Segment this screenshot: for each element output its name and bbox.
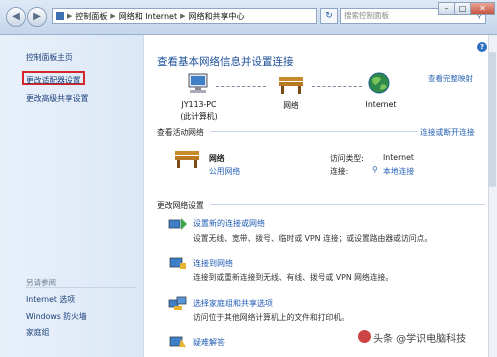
help-icon[interactable]: ? [477, 42, 487, 52]
network-label: 网络 [283, 101, 299, 110]
network-type-link[interactable]: 公用网络 [209, 166, 240, 177]
watermark: 头条 @学识电脑科技 [373, 334, 467, 345]
connection-label: 连接: [330, 167, 349, 176]
forward-button[interactable]: ▶ [27, 7, 47, 27]
sidebar-item-homegroup[interactable]: 家庭组 [26, 327, 49, 338]
chevron-right-icon: ▶ [180, 12, 186, 20]
maximize-button[interactable]: □ [454, 2, 471, 15]
watermark-logo [358, 330, 371, 343]
connect-disconnect-link[interactable]: 连接或断开连接 [420, 127, 475, 138]
connection-line [216, 86, 266, 88]
bench-icon [175, 151, 199, 168]
refresh-button[interactable]: ↻ [320, 8, 338, 24]
troubleshoot-icon [169, 336, 186, 347]
search-placeholder: 搜索控制面板 [344, 11, 389, 20]
connect-network-icon [169, 257, 186, 269]
control-panel-icon [56, 12, 64, 20]
connection-line [312, 86, 362, 88]
breadcrumb-control-panel[interactable]: 控制面板 [75, 11, 107, 22]
address-bar[interactable]: ▶ 控制面板 ▶ 网络和 Internet ▶ 网络和共享中心 [52, 8, 317, 24]
page-title: 查看基本网络信息并设置连接 [157, 56, 294, 68]
sidebar-item-home[interactable]: 控制面板主页 [26, 52, 73, 63]
computer-subtitle: (此计算机) [180, 112, 218, 121]
change-settings-heading: 更改网络设置 [157, 201, 204, 210]
new-connection-icon [168, 218, 187, 230]
homegroup-sharing-link[interactable]: 选择家庭组和共享选项 [193, 298, 273, 309]
internet-label: Internet [365, 100, 397, 109]
troubleshoot-link[interactable]: 疑难解答 [193, 337, 225, 348]
computer-name: JY113-PC [181, 100, 217, 109]
access-type-value: Internet [383, 153, 414, 162]
setup-new-connection-link[interactable]: 设置新的连接或网络 [193, 218, 265, 229]
sidebar-item-firewall[interactable]: Windows 防火墙 [26, 311, 87, 322]
sidebar-item-internet-options[interactable]: Internet 选项 [26, 294, 75, 305]
divider [210, 131, 418, 132]
breadcrumb-network-sharing[interactable]: 网络和共享中心 [188, 11, 244, 22]
view-full-map-link[interactable]: 查看完整映射 [428, 73, 473, 84]
chevron-right-icon: ▶ [110, 12, 116, 20]
setup-new-connection-desc: 设置无线、宽带、拨号、临时或 VPN 连接；或设置路由器或访问点。 [193, 234, 433, 243]
globe-icon [368, 72, 390, 94]
chevron-right-icon: ▶ [67, 12, 73, 20]
homegroup-icon [168, 296, 187, 310]
computer-icon [188, 73, 208, 93]
access-type-label: 访问类型: [330, 154, 364, 163]
divider [26, 287, 136, 288]
bench-icon [279, 77, 303, 94]
active-network-name: 网络 [209, 154, 225, 163]
homegroup-sharing-desc: 访问位于其他网络计算机上的文件和打印机。 [193, 313, 349, 322]
connect-to-network-link[interactable]: 连接到网络 [193, 258, 233, 269]
local-connection-link[interactable]: 本地连接 [383, 166, 414, 177]
breadcrumb-network-internet[interactable]: 网络和 Internet [119, 11, 177, 22]
scrollbar-thumb[interactable] [489, 52, 496, 187]
back-button[interactable]: ◀ [6, 7, 26, 27]
connect-to-network-desc: 连接到或重新连接到无线、有线、拨号或 VPN 网络连接。 [193, 273, 394, 282]
active-networks-heading: 查看活动网络 [157, 128, 204, 137]
sidebar-item-advanced-sharing[interactable]: 更改高级共享设置 [26, 93, 88, 104]
sidebar-item-adapter-settings[interactable]: 更改适配器设置 [26, 75, 81, 86]
divider [210, 204, 485, 205]
close-button[interactable]: ✕ [470, 2, 495, 15]
lan-icon: ⚲ [372, 165, 378, 174]
minimize-button[interactable]: – [438, 2, 455, 15]
